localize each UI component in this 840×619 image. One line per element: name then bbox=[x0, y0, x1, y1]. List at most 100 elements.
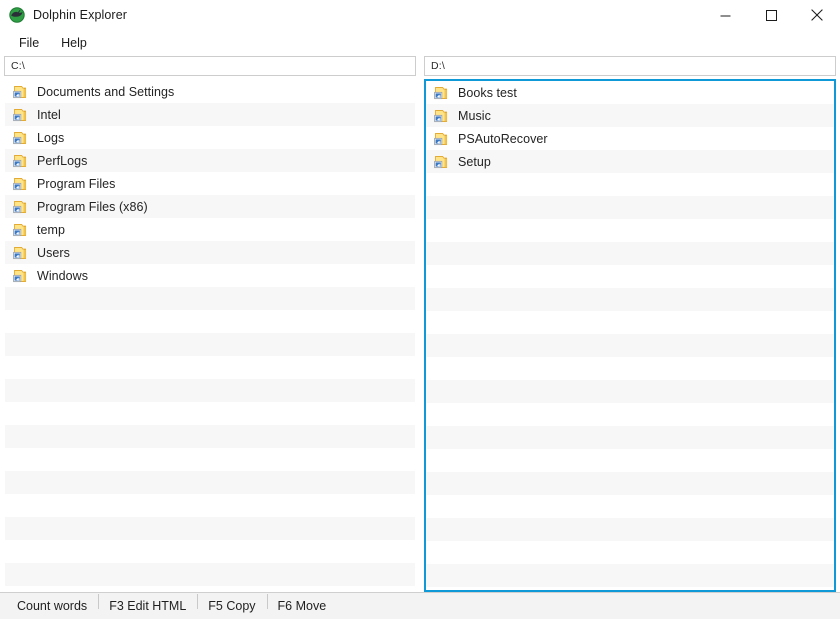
folder-shortcut-icon bbox=[12, 222, 28, 238]
panel-splitter[interactable] bbox=[416, 56, 424, 592]
list-item-empty bbox=[5, 356, 415, 379]
list-item-empty bbox=[426, 311, 834, 334]
list-item-label: Windows bbox=[37, 268, 89, 283]
list-item-label: Intel bbox=[37, 107, 61, 122]
folder-shortcut-icon bbox=[12, 176, 28, 192]
list-item[interactable]: Users bbox=[5, 241, 415, 264]
file-rows-left: Documents and Settings Intel Logs PerfLogs P… bbox=[5, 80, 415, 591]
list-item[interactable]: Books test bbox=[426, 81, 834, 104]
path-text-left: C:\ bbox=[11, 60, 26, 72]
list-item[interactable]: PerfLogs bbox=[5, 149, 415, 172]
maximize-button[interactable] bbox=[748, 0, 794, 30]
list-item-empty bbox=[426, 219, 834, 242]
list-item-empty bbox=[5, 517, 415, 540]
list-item-empty bbox=[5, 402, 415, 425]
file-list-left[interactable]: Documents and Settings Intel Logs PerfLogs P… bbox=[4, 79, 416, 592]
list-item[interactable]: PSAutoRecover bbox=[426, 127, 834, 150]
folder-shortcut-icon bbox=[12, 107, 28, 123]
path-text-right: D:\ bbox=[431, 60, 446, 72]
list-item-empty bbox=[426, 403, 834, 426]
dolphin-icon bbox=[9, 7, 25, 23]
list-item-empty bbox=[426, 334, 834, 357]
folder-shortcut-icon bbox=[433, 131, 449, 147]
status-cell-edit-html[interactable]: F3 Edit HTML bbox=[98, 593, 197, 613]
list-item-empty bbox=[426, 564, 834, 587]
folder-shortcut-icon bbox=[12, 84, 28, 100]
list-item-empty bbox=[5, 494, 415, 517]
close-button[interactable] bbox=[794, 0, 840, 30]
title-bar: Dolphin Explorer bbox=[0, 0, 840, 30]
path-bar-left[interactable]: C:\ bbox=[4, 56, 416, 76]
list-item[interactable]: Logs bbox=[5, 126, 415, 149]
list-item-label: Logs bbox=[37, 130, 65, 145]
list-item-empty bbox=[426, 173, 834, 196]
path-bar-right[interactable]: D:\ bbox=[424, 56, 836, 76]
status-cell-copy[interactable]: F5 Copy bbox=[197, 593, 266, 613]
list-item[interactable]: temp bbox=[5, 218, 415, 241]
status-bar: Count words F3 Edit HTML F5 Copy F6 Move bbox=[0, 592, 840, 619]
list-item-empty bbox=[426, 426, 834, 449]
list-item-empty bbox=[426, 518, 834, 541]
list-item-empty bbox=[5, 425, 415, 448]
list-item-label: Users bbox=[37, 245, 70, 260]
close-icon bbox=[811, 9, 823, 21]
folder-shortcut-icon bbox=[12, 245, 28, 261]
list-item-label: Program Files bbox=[37, 176, 116, 191]
status-cell-move[interactable]: F6 Move bbox=[266, 593, 338, 613]
list-item-label: PSAutoRecover bbox=[458, 131, 548, 146]
list-item-empty bbox=[426, 472, 834, 495]
file-list-right[interactable]: Books test Music PSAutoRecover Setup bbox=[424, 79, 836, 592]
list-item-empty bbox=[426, 357, 834, 380]
folder-shortcut-icon bbox=[12, 130, 28, 146]
list-item[interactable]: Setup bbox=[426, 150, 834, 173]
window-controls bbox=[702, 0, 840, 30]
panel-left: C:\ Documents and Settings Intel Logs PerfL… bbox=[4, 56, 416, 592]
folder-shortcut-icon bbox=[433, 108, 449, 124]
minimize-button[interactable] bbox=[702, 0, 748, 30]
list-item-empty bbox=[5, 586, 415, 591]
list-item[interactable]: Windows bbox=[5, 264, 415, 287]
status-cell-count-words[interactable]: Count words bbox=[6, 600, 98, 613]
list-item-empty bbox=[5, 287, 415, 310]
maximize-icon bbox=[765, 9, 777, 21]
list-item-empty bbox=[5, 471, 415, 494]
list-item-label: Books test bbox=[458, 85, 517, 100]
list-item-empty bbox=[5, 379, 415, 402]
list-item-empty bbox=[426, 541, 834, 564]
list-item-empty bbox=[426, 196, 834, 219]
panel-right: D:\ Books test Music PSAutoRecover Setup bbox=[424, 56, 836, 592]
list-item-empty bbox=[5, 310, 415, 333]
list-item-label: temp bbox=[37, 222, 65, 237]
list-item-empty bbox=[426, 587, 834, 590]
list-item[interactable]: Documents and Settings bbox=[5, 80, 415, 103]
list-item-empty bbox=[426, 495, 834, 518]
menu-item-help[interactable]: Help bbox=[50, 33, 98, 54]
list-item-empty bbox=[5, 448, 415, 471]
list-item[interactable]: Program Files bbox=[5, 172, 415, 195]
list-item-empty bbox=[426, 242, 834, 265]
list-item[interactable]: Program Files (x86) bbox=[5, 195, 415, 218]
title-bar-left: Dolphin Explorer bbox=[0, 7, 127, 23]
list-item-label: Setup bbox=[458, 154, 491, 169]
list-item-empty bbox=[426, 449, 834, 472]
list-item-empty bbox=[5, 563, 415, 586]
menu-bar: File Help bbox=[0, 30, 840, 56]
list-item-empty bbox=[426, 288, 834, 311]
folder-shortcut-icon bbox=[433, 154, 449, 170]
list-item-label: Music bbox=[458, 108, 491, 123]
window-title: Dolphin Explorer bbox=[33, 8, 128, 22]
folder-shortcut-icon bbox=[12, 199, 28, 215]
list-item-empty bbox=[5, 333, 415, 356]
list-item[interactable]: Intel bbox=[5, 103, 415, 126]
file-rows-right: Books test Music PSAutoRecover Setup bbox=[426, 81, 834, 590]
panels-container: C:\ Documents and Settings Intel Logs PerfL… bbox=[0, 56, 840, 592]
menu-item-file[interactable]: File bbox=[8, 33, 50, 54]
list-item-label: Documents and Settings bbox=[37, 84, 175, 99]
list-item[interactable]: Music bbox=[426, 104, 834, 127]
folder-shortcut-icon bbox=[12, 153, 28, 169]
list-item-empty bbox=[426, 265, 834, 288]
minimize-icon bbox=[720, 15, 730, 16]
list-item-label: PerfLogs bbox=[37, 153, 88, 168]
list-item-empty bbox=[5, 540, 415, 563]
list-item-label: Program Files (x86) bbox=[37, 199, 148, 214]
